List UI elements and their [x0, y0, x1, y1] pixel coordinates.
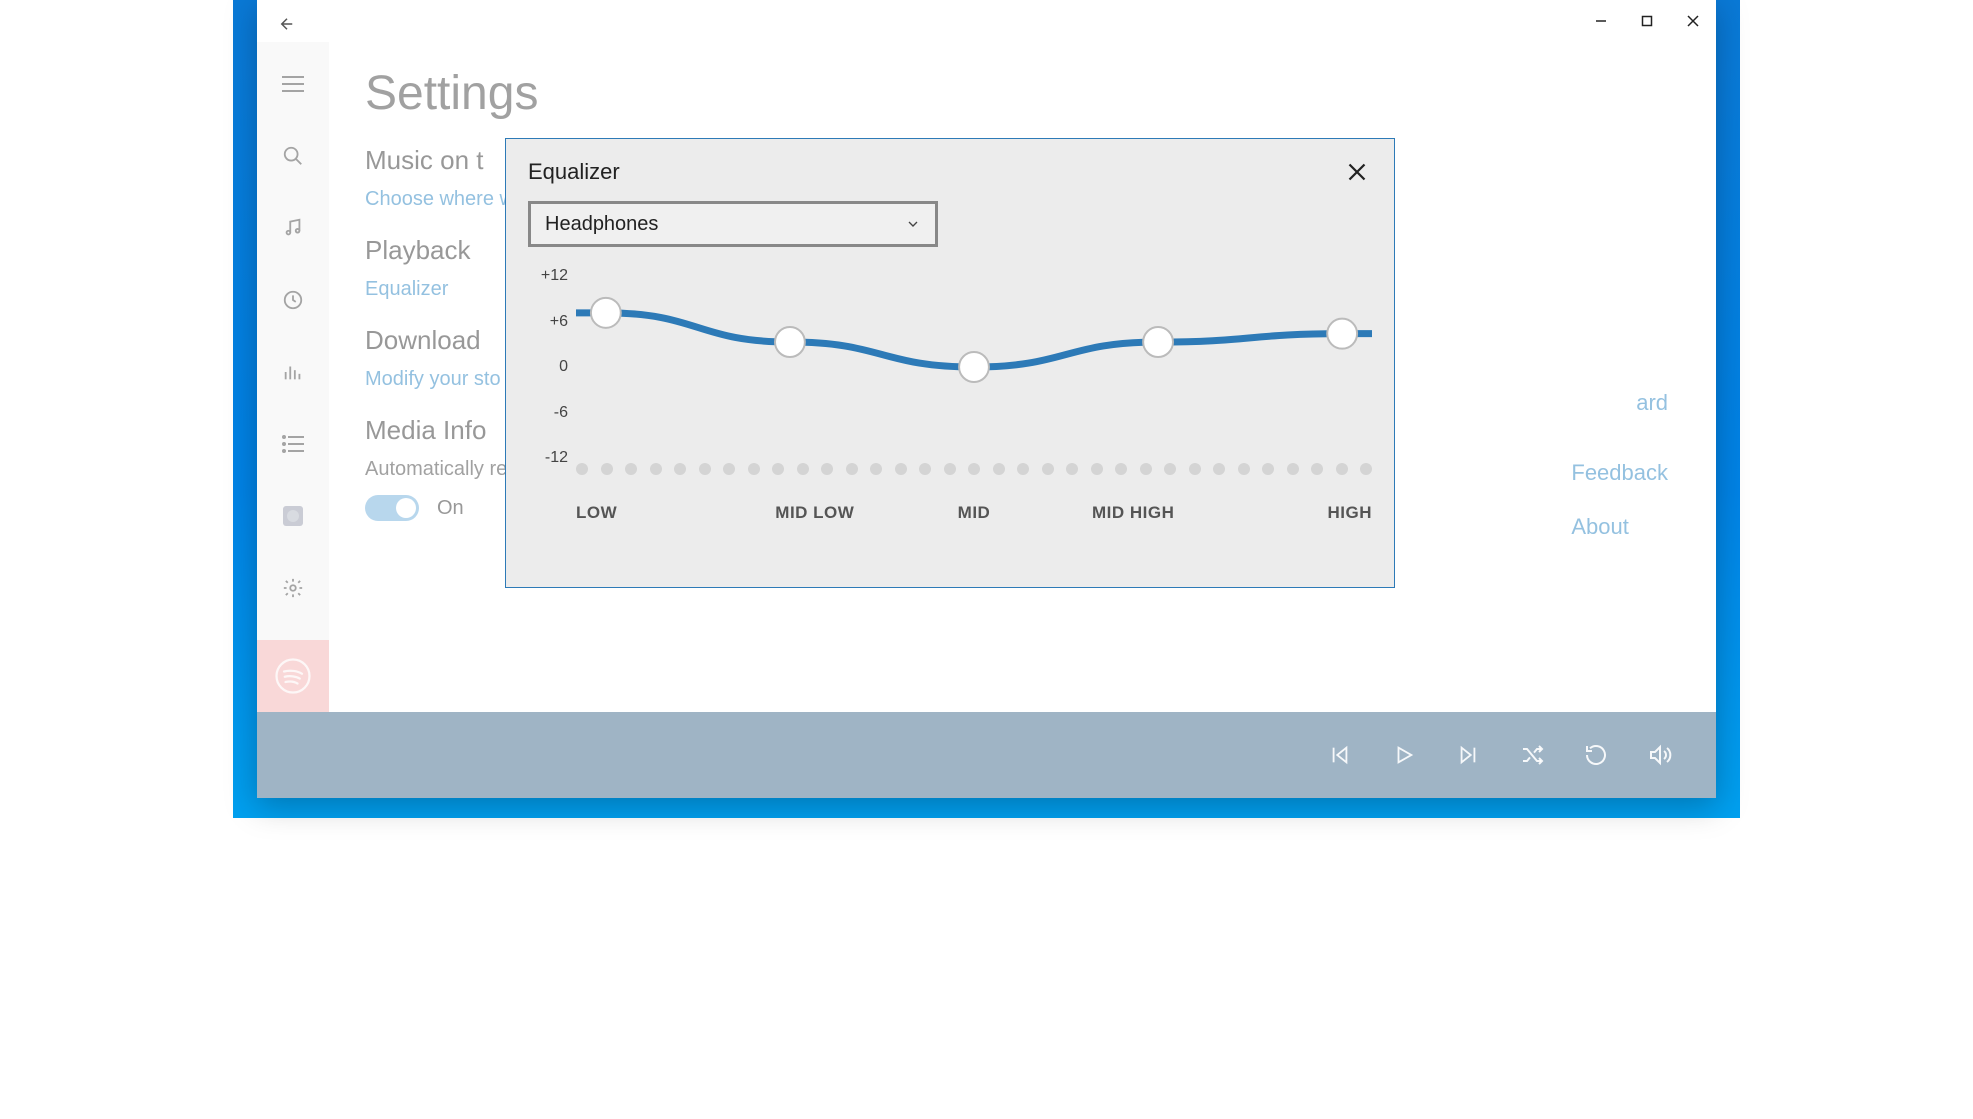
- volume-button[interactable]: [1642, 737, 1678, 773]
- y-tick: -12: [528, 449, 568, 467]
- eq-y-axis: +12 +6 0 -6 -12: [528, 267, 568, 467]
- equalizer-modal: Equalizer Headphones +12 +6 0 -6 -12: [505, 138, 1395, 588]
- feedback-link[interactable]: Feedback: [1571, 460, 1668, 486]
- minimize-button[interactable]: [1578, 0, 1624, 42]
- y-tick: 0: [528, 358, 568, 376]
- close-button[interactable]: [1670, 0, 1716, 42]
- page-title: Settings: [365, 66, 1676, 121]
- preset-dropdown-value: Headphones: [545, 213, 658, 236]
- desktop-background: Settings Music on t Choose where w Playb…: [233, 0, 1740, 818]
- eq-tick-dots: [576, 463, 1372, 475]
- eq-handle[interactable]: [591, 298, 621, 328]
- band-label: MID LOW: [735, 503, 894, 523]
- eq-band-labels: LOW MID LOW MID MID HIGH HIGH: [528, 503, 1372, 523]
- band-label: MID HIGH: [1054, 503, 1213, 523]
- eq-plot-area[interactable]: [576, 267, 1372, 467]
- eq-handle[interactable]: [959, 352, 989, 382]
- search-icon[interactable]: [271, 134, 315, 178]
- next-button[interactable]: [1450, 737, 1486, 773]
- music-icon[interactable]: [271, 206, 315, 250]
- y-tick: -6: [528, 404, 568, 422]
- spotify-tile[interactable]: [257, 640, 329, 712]
- sidebar: [257, 42, 329, 712]
- band-label: MID: [894, 503, 1053, 523]
- album-art-icon[interactable]: [271, 494, 315, 538]
- settings-icon[interactable]: [271, 566, 315, 610]
- previous-button[interactable]: [1322, 737, 1358, 773]
- back-button[interactable]: [271, 8, 303, 40]
- y-tick: +12: [528, 267, 568, 285]
- eq-handle[interactable]: [1143, 327, 1173, 357]
- chevron-down-icon: [905, 216, 921, 232]
- about-link[interactable]: About: [1571, 514, 1668, 540]
- hamburger-icon[interactable]: [271, 62, 315, 106]
- eq-handle[interactable]: [1327, 319, 1357, 349]
- playbar: [257, 712, 1716, 798]
- preset-dropdown[interactable]: Headphones: [528, 201, 938, 247]
- media-info-toggle[interactable]: [365, 495, 419, 521]
- media-info-toggle-label: On: [437, 497, 464, 520]
- eq-chart: +12 +6 0 -6 -12: [528, 267, 1372, 467]
- eq-handle[interactable]: [775, 327, 805, 357]
- maximize-button[interactable]: [1624, 0, 1670, 42]
- recent-icon[interactable]: [271, 278, 315, 322]
- shuffle-button[interactable]: [1514, 737, 1550, 773]
- band-label: HIGH: [1213, 503, 1372, 523]
- right-links: ard Feedback About: [1571, 460, 1668, 540]
- play-button[interactable]: [1386, 737, 1422, 773]
- titlebar: [257, 0, 1716, 42]
- downloads-hint-text: ard: [1636, 390, 1668, 416]
- now-playing-icon[interactable]: [271, 350, 315, 394]
- modal-close-button[interactable]: [1342, 157, 1372, 187]
- band-label: LOW: [576, 503, 735, 523]
- repeat-button[interactable]: [1578, 737, 1614, 773]
- playlists-icon[interactable]: [271, 422, 315, 466]
- y-tick: +6: [528, 313, 568, 331]
- modal-title: Equalizer: [528, 159, 620, 185]
- app-window: Settings Music on t Choose where w Playb…: [257, 0, 1716, 798]
